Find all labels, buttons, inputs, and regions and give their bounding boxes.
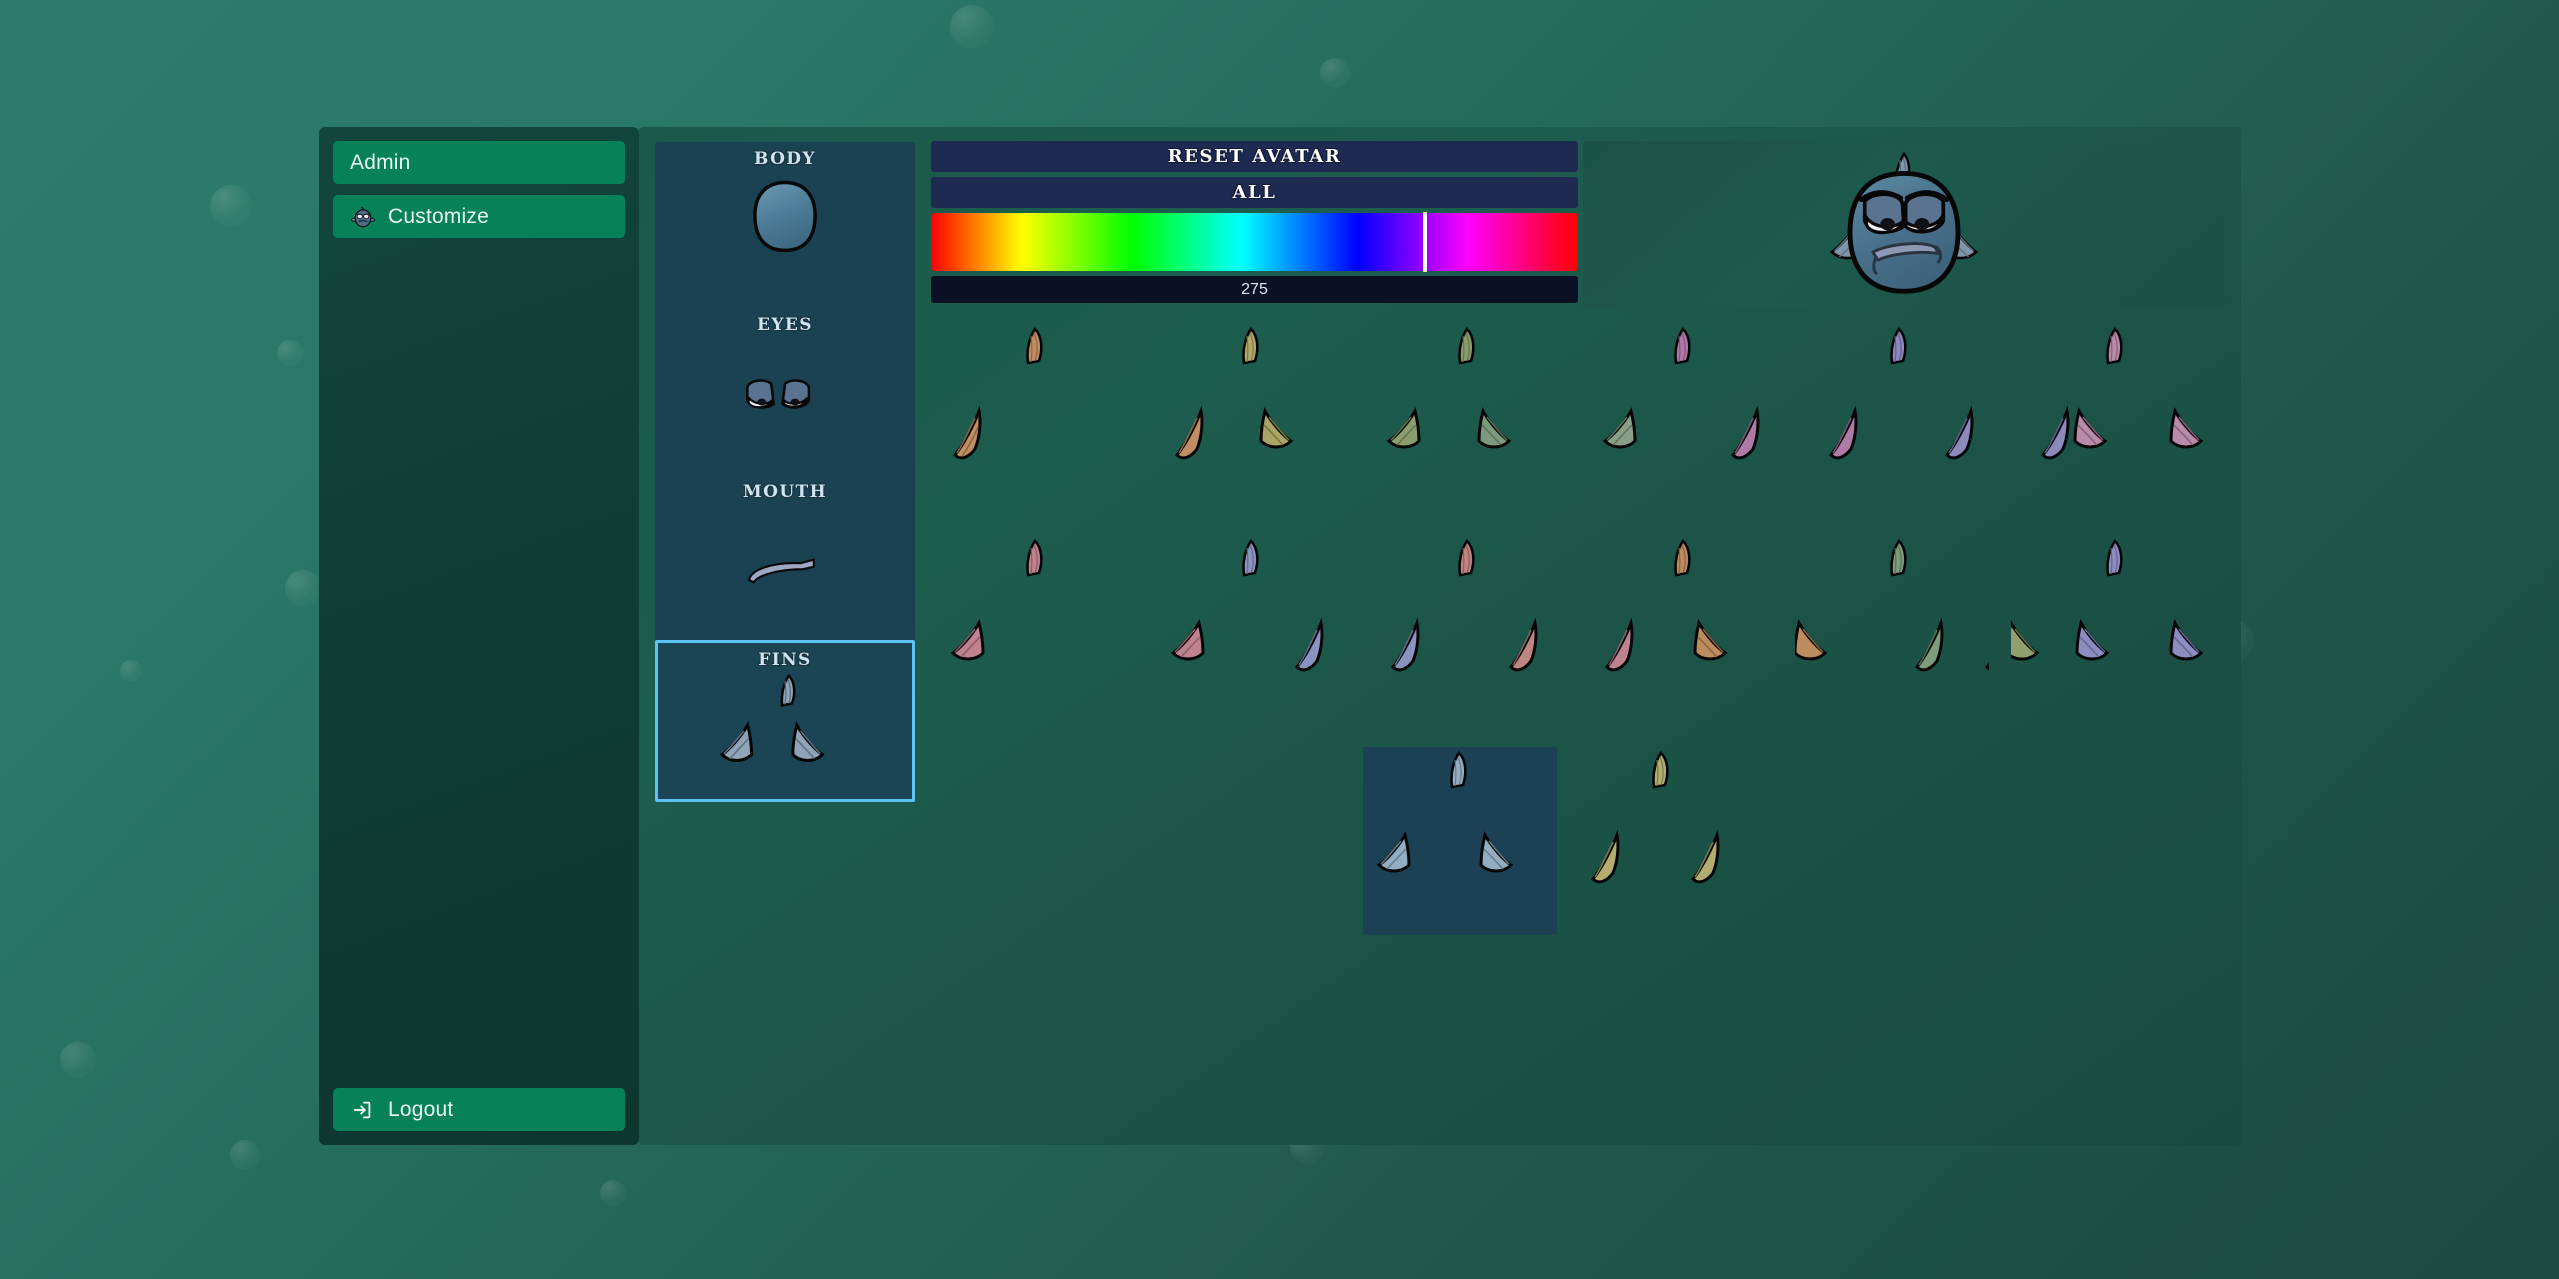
bubble [120, 660, 142, 682]
fins-preview [658, 670, 912, 788]
bubble [1320, 58, 1350, 88]
fin-option[interactable] [1579, 747, 1773, 935]
avatar-fish [1814, 147, 1994, 303]
fin-option[interactable] [1363, 535, 1557, 723]
fin-option[interactable] [1795, 323, 1989, 511]
filter-all-button[interactable]: ALL [931, 177, 1578, 208]
fin-option[interactable] [1579, 323, 1773, 511]
logout-label: Logout [388, 1099, 453, 1120]
fin-option-equipped[interactable] [1363, 747, 1557, 935]
sidebar-item-label: Admin [350, 152, 411, 173]
fin-option-art [1579, 535, 1773, 723]
category-mouth[interactable]: MOUTH [655, 475, 915, 640]
fin-option[interactable] [931, 323, 1125, 511]
fin-option[interactable] [1363, 323, 1557, 511]
reset-avatar-button[interactable]: RESET AVATAR [931, 141, 1578, 172]
category-label: BODY [655, 142, 915, 169]
eyes-preview [655, 375, 915, 419]
category-label: MOUTH [655, 475, 915, 502]
mouth-preview [655, 556, 915, 586]
category-label: FINS [658, 643, 912, 670]
fin-option[interactable] [1795, 535, 1989, 723]
toolbar: RESET AVATAR ALL 275 [931, 141, 1578, 303]
fish-avatar-icon [350, 204, 376, 230]
fin-option-art [1795, 535, 1989, 723]
filter-all-label: ALL [1232, 182, 1276, 203]
sidebar-item-customize[interactable]: Customize [333, 195, 625, 238]
fin-option-art [2011, 535, 2205, 723]
bubble [60, 1042, 96, 1078]
body-preview [655, 179, 915, 256]
fin-option-art [1363, 323, 1557, 511]
fin-option[interactable] [1579, 535, 1773, 723]
sidebar-spacer [333, 249, 625, 1088]
fin-option[interactable] [931, 535, 1125, 723]
bubble [230, 1140, 260, 1170]
fin-option[interactable] [1147, 323, 1341, 511]
sidebar: Admin Customize Lo [319, 127, 639, 1145]
logout-button[interactable]: Logout [333, 1088, 625, 1131]
category-label: EYES [655, 308, 915, 335]
fin-option[interactable] [2011, 535, 2205, 723]
bubble [600, 1180, 626, 1206]
hue-value-readout: 275 [931, 276, 1578, 303]
bubble [950, 5, 994, 49]
fin-option-art [1795, 323, 1989, 511]
logout-arrow-icon [350, 1097, 376, 1123]
fin-option-art [1363, 535, 1557, 723]
sidebar-item-admin[interactable]: Admin [333, 141, 625, 184]
fin-option[interactable] [1147, 535, 1341, 723]
category-fins[interactable]: FINS [655, 640, 915, 802]
fin-option-art [2011, 323, 2205, 511]
category-eyes[interactable]: EYES [655, 308, 915, 475]
bubble [277, 340, 303, 366]
hue-value-text: 275 [1241, 281, 1268, 299]
hue-slider-handle[interactable] [1423, 212, 1427, 272]
hue-slider[interactable] [931, 213, 1578, 271]
fin-option-art [931, 323, 1125, 511]
bubble [210, 185, 252, 227]
category-column: BODY EYES [655, 142, 915, 802]
fin-option-art [1579, 323, 1773, 511]
fin-option-art [1147, 323, 1341, 511]
fin-option[interactable] [2011, 323, 2205, 511]
customizer-panel: BODY EYES [639, 127, 2241, 1145]
bubble [285, 570, 321, 606]
avatar-preview [1583, 141, 2225, 308]
reset-avatar-label: RESET AVATAR [1168, 146, 1342, 167]
fin-option-art [1363, 747, 1557, 935]
fin-options-grid [931, 323, 2227, 963]
fin-option-art [931, 535, 1125, 723]
fin-option-art [1579, 747, 1773, 935]
category-body[interactable]: BODY [655, 142, 915, 308]
fin-option-art [1147, 535, 1341, 723]
sidebar-item-label: Customize [388, 206, 489, 227]
